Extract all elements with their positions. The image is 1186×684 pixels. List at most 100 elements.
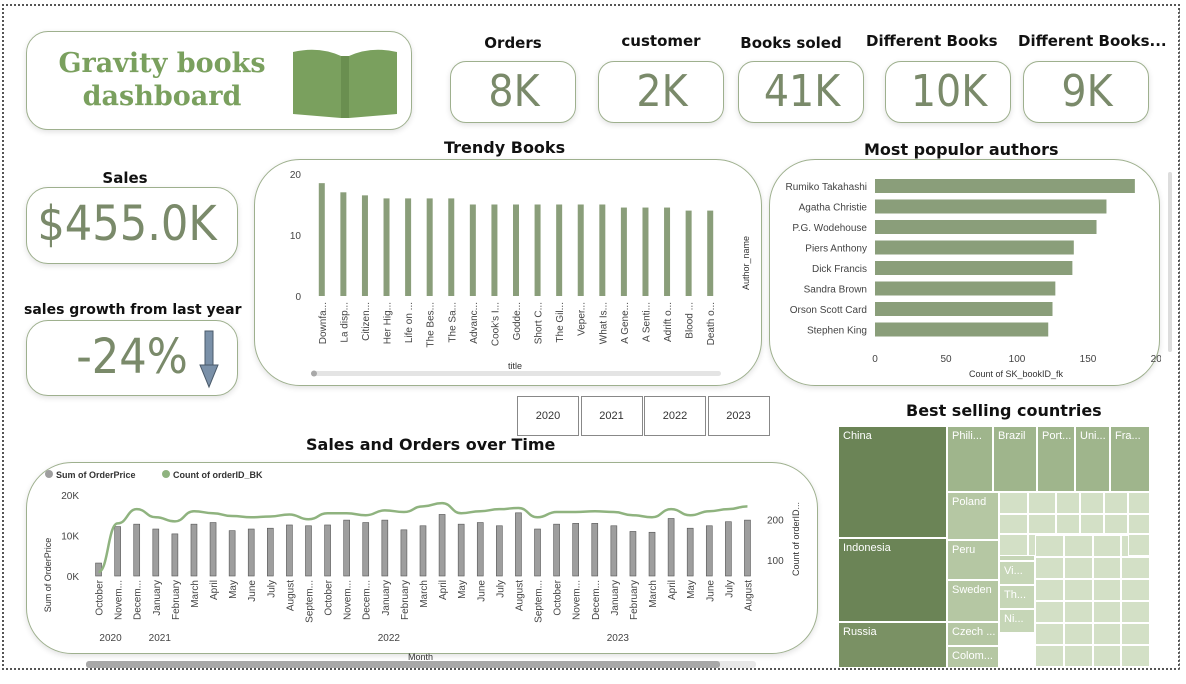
price-bar: [419, 525, 427, 577]
month-label: Novem...: [572, 580, 583, 620]
year-label: 2023: [607, 633, 630, 644]
author-label: Dick Francis: [812, 264, 867, 275]
treemap-tile[interactable]: Th...: [999, 585, 1035, 609]
month-label: March: [648, 580, 659, 608]
treemap-tile-small[interactable]: [1092, 601, 1122, 623]
treemap-tile-small[interactable]: [1104, 492, 1128, 514]
treemap-tile[interactable]: Fra...: [1110, 426, 1150, 492]
treemap-tile-small[interactable]: [1063, 535, 1093, 557]
treemap-tile-small[interactable]: [1035, 535, 1064, 557]
year-button-2023[interactable]: 2023: [707, 396, 770, 436]
treemap-tile-small[interactable]: [1063, 601, 1093, 623]
x-tick-label: A Senti...: [641, 302, 652, 342]
x-tick-label: Short C...: [534, 302, 545, 344]
treemap-tile[interactable]: Ni...: [999, 609, 1035, 633]
treemap-tile-small[interactable]: [999, 534, 1028, 556]
price-bar: [381, 519, 389, 577]
treemap-tile-small[interactable]: [1128, 514, 1150, 534]
year-button-2021[interactable]: 2021: [580, 396, 643, 436]
sales-value: $455.0K: [37, 196, 217, 252]
header-card: Gravity books dashboard: [26, 31, 412, 130]
x-tick-label: Citizen...: [361, 302, 372, 341]
scroll-handle[interactable]: [311, 370, 317, 377]
month-label: March: [190, 580, 201, 608]
treemap-tile-small[interactable]: [1092, 535, 1122, 557]
treemap-tile[interactable]: Indonesia: [838, 538, 947, 622]
treemap-tile-small[interactable]: [1035, 601, 1064, 623]
treemap-tile[interactable]: Poland: [947, 492, 999, 540]
bar: [469, 204, 476, 296]
treemap-tile-small[interactable]: [1035, 557, 1064, 579]
kpi-value-3: 10K: [910, 66, 988, 117]
treemap-tile-small[interactable]: [1063, 579, 1093, 601]
treemap-tile-small[interactable]: [1092, 579, 1122, 601]
year-button-2022[interactable]: 2022: [644, 396, 706, 436]
treemap-tile-small[interactable]: [1063, 623, 1093, 645]
treemap-tile-small[interactable]: [1121, 579, 1150, 601]
treemap-tile[interactable]: Peru: [947, 540, 999, 580]
treemap-tile-small[interactable]: [1035, 623, 1064, 645]
treemap-tile-small[interactable]: [1063, 645, 1093, 667]
treemap-tile-small[interactable]: [1063, 557, 1093, 579]
x-axis-title: title: [508, 361, 522, 371]
bar: [556, 204, 563, 296]
bar: [642, 207, 649, 296]
treemap-tile-small[interactable]: [1121, 623, 1150, 645]
x-tick-label: Veper...: [577, 302, 588, 336]
treemap-tile-small[interactable]: [1028, 492, 1056, 514]
author-label: Sandra Brown: [804, 285, 867, 296]
treemap-tile-small[interactable]: [1128, 534, 1150, 556]
price-bar: [228, 530, 236, 577]
treemap-tile-small[interactable]: [1035, 579, 1064, 601]
treemap-tile-small[interactable]: [1121, 645, 1150, 667]
x-tick-label: What Is...: [598, 302, 609, 344]
treemap-tile-small[interactable]: [1121, 601, 1150, 623]
scroll-thumb[interactable]: [86, 661, 720, 668]
treemap-tile-small[interactable]: [1092, 623, 1122, 645]
treemap-tile[interactable]: Uni...: [1075, 426, 1110, 492]
y-tick-label: 0K: [67, 572, 80, 583]
treemap-tile-small[interactable]: [999, 492, 1028, 514]
open-book-icon: [293, 49, 397, 118]
price-bar: [343, 519, 350, 577]
y-axis-title: Author_name: [741, 236, 751, 290]
y-tick-label: 10K: [61, 532, 79, 543]
x-tick-label: Adrift o...: [663, 302, 674, 342]
price-bar: [305, 525, 312, 577]
treemap-tile-small[interactable]: [1056, 492, 1080, 514]
treemap-tile-small[interactable]: [1121, 557, 1150, 579]
price-bar: [286, 524, 293, 577]
treemap-tile[interactable]: Port...: [1037, 426, 1075, 492]
treemap-tile[interactable]: China: [838, 426, 947, 538]
treemap-tile-small[interactable]: [1092, 557, 1122, 579]
month-label: July: [724, 580, 735, 598]
treemap-tile-small[interactable]: [1128, 492, 1150, 514]
year-button-2020[interactable]: 2020: [517, 396, 579, 436]
treemap-tile[interactable]: Sweden: [947, 580, 999, 622]
treemap-tile-small[interactable]: [1104, 514, 1128, 534]
treemap-tile-small[interactable]: [1080, 492, 1104, 514]
month-label: Septem...: [304, 580, 315, 623]
treemap-tile-small[interactable]: [999, 514, 1028, 534]
treemap-tile-small[interactable]: [1035, 645, 1064, 667]
x-tick-label: Cook's I...: [490, 302, 501, 346]
treemap-tile[interactable]: Brazil: [993, 426, 1037, 492]
treemap-tile-small[interactable]: [1080, 514, 1104, 534]
dashboard-title: Gravity books dashboard: [47, 47, 277, 113]
price-bar: [629, 531, 637, 577]
treemap-tile[interactable]: Colom...: [947, 646, 999, 668]
authors-scrollbar[interactable]: [1168, 172, 1172, 352]
treemap-tile-small[interactable]: [1028, 514, 1056, 534]
sales-orders-scrollbar[interactable]: [86, 661, 756, 668]
treemap-tile-small[interactable]: [1092, 645, 1122, 667]
treemap-tile[interactable]: Russia: [838, 622, 947, 668]
treemap-tile[interactable]: Phili...: [947, 426, 993, 492]
treemap-tile[interactable]: Vi...: [999, 561, 1035, 585]
treemap-tile[interactable]: Czech ...: [947, 622, 999, 646]
month-label: Novem...: [343, 580, 354, 620]
treemap-tile-small[interactable]: [1056, 514, 1080, 534]
author-label: Rumiko Takahashi: [785, 182, 867, 193]
author-label: Orson Scott Card: [790, 305, 867, 316]
month-label: May: [457, 580, 468, 599]
trendy-scrollbar[interactable]: [311, 371, 721, 376]
